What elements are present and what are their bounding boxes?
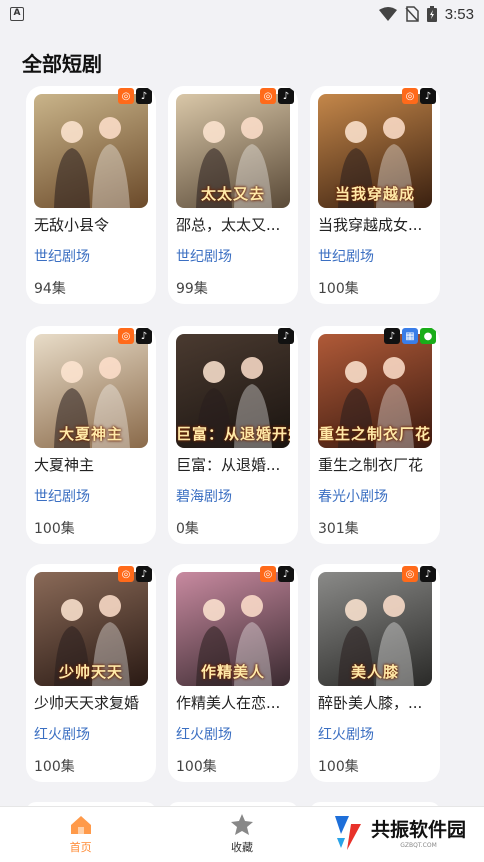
drama-source-link[interactable]: 红火剧场 — [318, 724, 374, 744]
douyin-icon: ♪ — [420, 88, 436, 104]
star-icon — [230, 814, 253, 835]
drama-card[interactable]: 太太又去 ◎ ♪ 邵总，太太又... 世纪剧场 99集 — [168, 86, 298, 304]
drama-source-link[interactable]: 红火剧场 — [176, 724, 232, 744]
drama-title: 醉卧美人膝，... — [318, 694, 423, 712]
drama-source-link[interactable]: 世纪剧场 — [318, 246, 374, 266]
poster-title-text: 少帅天天 — [58, 663, 123, 681]
drama-source-link[interactable]: 春光小剧场 — [318, 486, 388, 506]
drama-card[interactable]: 作精美人 ◎ ♪ 作精美人在恋... 红火剧场 100集 — [168, 564, 298, 782]
poster-figures — [54, 117, 130, 208]
drama-episode-count: 0集 — [176, 521, 199, 537]
poster-title-text: 重生之制衣厂花 — [318, 425, 431, 443]
drama-episode-count: 99集 — [176, 281, 208, 297]
drama-title: 巨富：从退婚... — [176, 456, 281, 474]
drama-poster: 少帅天天 — [34, 572, 148, 686]
drama-title: 少帅天天求复婚 — [34, 694, 140, 712]
poster-title-text: 美人膝 — [350, 663, 399, 681]
watermark-text: 共振软件园 — [370, 819, 466, 841]
drama-card[interactable]: 巨富：从退婚开始 ♪ 巨富：从退婚... 碧海剧场 0集 — [168, 326, 298, 544]
poster-title-text: 作精美人 — [200, 663, 265, 681]
nav-home-label: 首页 — [69, 840, 92, 854]
drama-episode-count: 100集 — [176, 759, 217, 775]
platform-badges: ◎ ♪ — [118, 88, 152, 104]
drama-episode-count: 100集 — [318, 759, 359, 775]
drama-poster: 作精美人 — [176, 572, 290, 686]
drama-poster: 美人膝 — [318, 572, 432, 686]
drama-episode-count: 100集 — [318, 281, 359, 297]
drama-source-link[interactable]: 世纪剧场 — [34, 246, 90, 266]
drama-title: 作精美人在恋... — [176, 694, 281, 712]
poster-title-text: 太太又去 — [200, 185, 265, 203]
drama-poster: 大夏神主 — [34, 334, 148, 448]
drama-title: 当我穿越成女... — [318, 216, 423, 234]
drama-card[interactable]: 当我穿越成 ◎ ♪ 当我穿越成女... 世纪剧场 100集 — [310, 86, 440, 304]
poster-title-text: 巨富：从退婚开始 — [176, 425, 290, 443]
drama-source-link[interactable]: 碧海剧场 — [176, 486, 232, 506]
drama-title: 邵总，太太又... — [176, 216, 281, 234]
douyin-icon: ♪ — [420, 566, 436, 582]
platform-badges: ◎ ♪ — [402, 566, 436, 582]
platform-badges: ♪ — [278, 328, 294, 344]
status-time: 3:53 — [444, 5, 474, 23]
douyin-icon: ♪ — [278, 328, 294, 344]
nav-favorites-label: 收藏 — [230, 841, 253, 854]
drama-episode-count: 301集 — [318, 521, 359, 537]
poster-title-text: 当我穿越成 — [334, 185, 415, 203]
douyin-icon: ♪ — [278, 566, 294, 582]
kuaishou-icon: ◎ — [260, 88, 276, 104]
kuaishou-icon: ◎ — [402, 566, 418, 582]
kuaishou-icon: ◎ — [260, 566, 276, 582]
wifi-icon — [378, 7, 397, 21]
drama-card[interactable]: 美人膝 ◎ ♪ 醉卧美人膝，... 红火剧场 100集 — [310, 564, 440, 782]
notification-a-icon: A — [10, 7, 24, 21]
drama-source-link[interactable]: 红火剧场 — [34, 724, 90, 744]
douyin-icon: ♪ — [136, 88, 152, 104]
kuaishou-icon: ◎ — [118, 566, 134, 582]
watermark: 共振软件园 GZBQT.COM — [331, 812, 466, 852]
status-bar: A 3:53 — [0, 0, 484, 28]
drama-episode-count: 100集 — [34, 521, 75, 537]
nav-home[interactable]: 首页 — [0, 807, 161, 862]
drama-title: 大夏神主 — [34, 456, 95, 474]
douyin-icon: ♪ — [384, 328, 400, 344]
drama-poster: 当我穿越成 — [318, 94, 432, 208]
platform-badges: ◎ ♪ — [402, 88, 436, 104]
platform-badges: ◎ ♪ — [260, 566, 294, 582]
drama-card[interactable]: ◎ ♪ 无敌小县令世纪剧场 94集 — [26, 86, 156, 304]
drama-episode-count: 94集 — [34, 281, 66, 297]
douyin-icon: ♪ — [136, 566, 152, 582]
battery-charging-icon — [426, 6, 437, 22]
poster-title-text: 大夏神主 — [58, 425, 123, 443]
drama-poster — [34, 94, 148, 208]
no-sim-icon — [405, 6, 419, 22]
qrcode-icon: ▦ — [402, 328, 418, 344]
douyin-icon: ♪ — [278, 88, 294, 104]
drama-episode-count: 100集 — [34, 759, 75, 775]
platform-badges: ◎ ♪ — [118, 566, 152, 582]
kuaishou-icon: ◎ — [402, 88, 418, 104]
platform-badges: ◎ ♪ — [260, 88, 294, 104]
platform-badges: ◎ ♪ — [118, 328, 152, 344]
drama-card[interactable]: 重生之制衣厂花 ♪ ▦ ● 重生之制衣厂花 春光小剧场 301集 — [310, 326, 440, 544]
drama-source-link[interactable]: 世纪剧场 — [176, 246, 232, 266]
platform-badges: ♪ ▦ ● — [384, 328, 436, 344]
wechat-icon: ● — [420, 328, 436, 344]
drama-card[interactable]: 少帅天天 ◎ ♪ 少帅天天求复婚 红火剧场 100集 — [26, 564, 156, 782]
page-title: 全部短剧 — [22, 52, 102, 76]
drama-poster: 太太又去 — [176, 94, 290, 208]
kuaishou-icon: ◎ — [118, 88, 134, 104]
drama-source-link[interactable]: 世纪剧场 — [34, 486, 90, 506]
watermark-logo-icon — [334, 816, 361, 850]
drama-title: 重生之制衣厂花 — [318, 456, 424, 474]
drama-poster: 重生之制衣厂花 — [318, 334, 432, 448]
home-icon — [70, 815, 91, 834]
nav-favorites[interactable]: 收藏 — [161, 807, 322, 862]
douyin-icon: ♪ — [136, 328, 152, 344]
drama-poster: 巨富：从退婚开始 — [176, 334, 290, 448]
kuaishou-icon: ◎ — [118, 328, 134, 344]
watermark-sub: GZBQT.COM — [400, 842, 437, 849]
drama-title: 无敌小县令 — [34, 216, 110, 234]
drama-card[interactable]: 大夏神主 ◎ ♪ 大夏神主世纪剧场 100集 — [26, 326, 156, 544]
